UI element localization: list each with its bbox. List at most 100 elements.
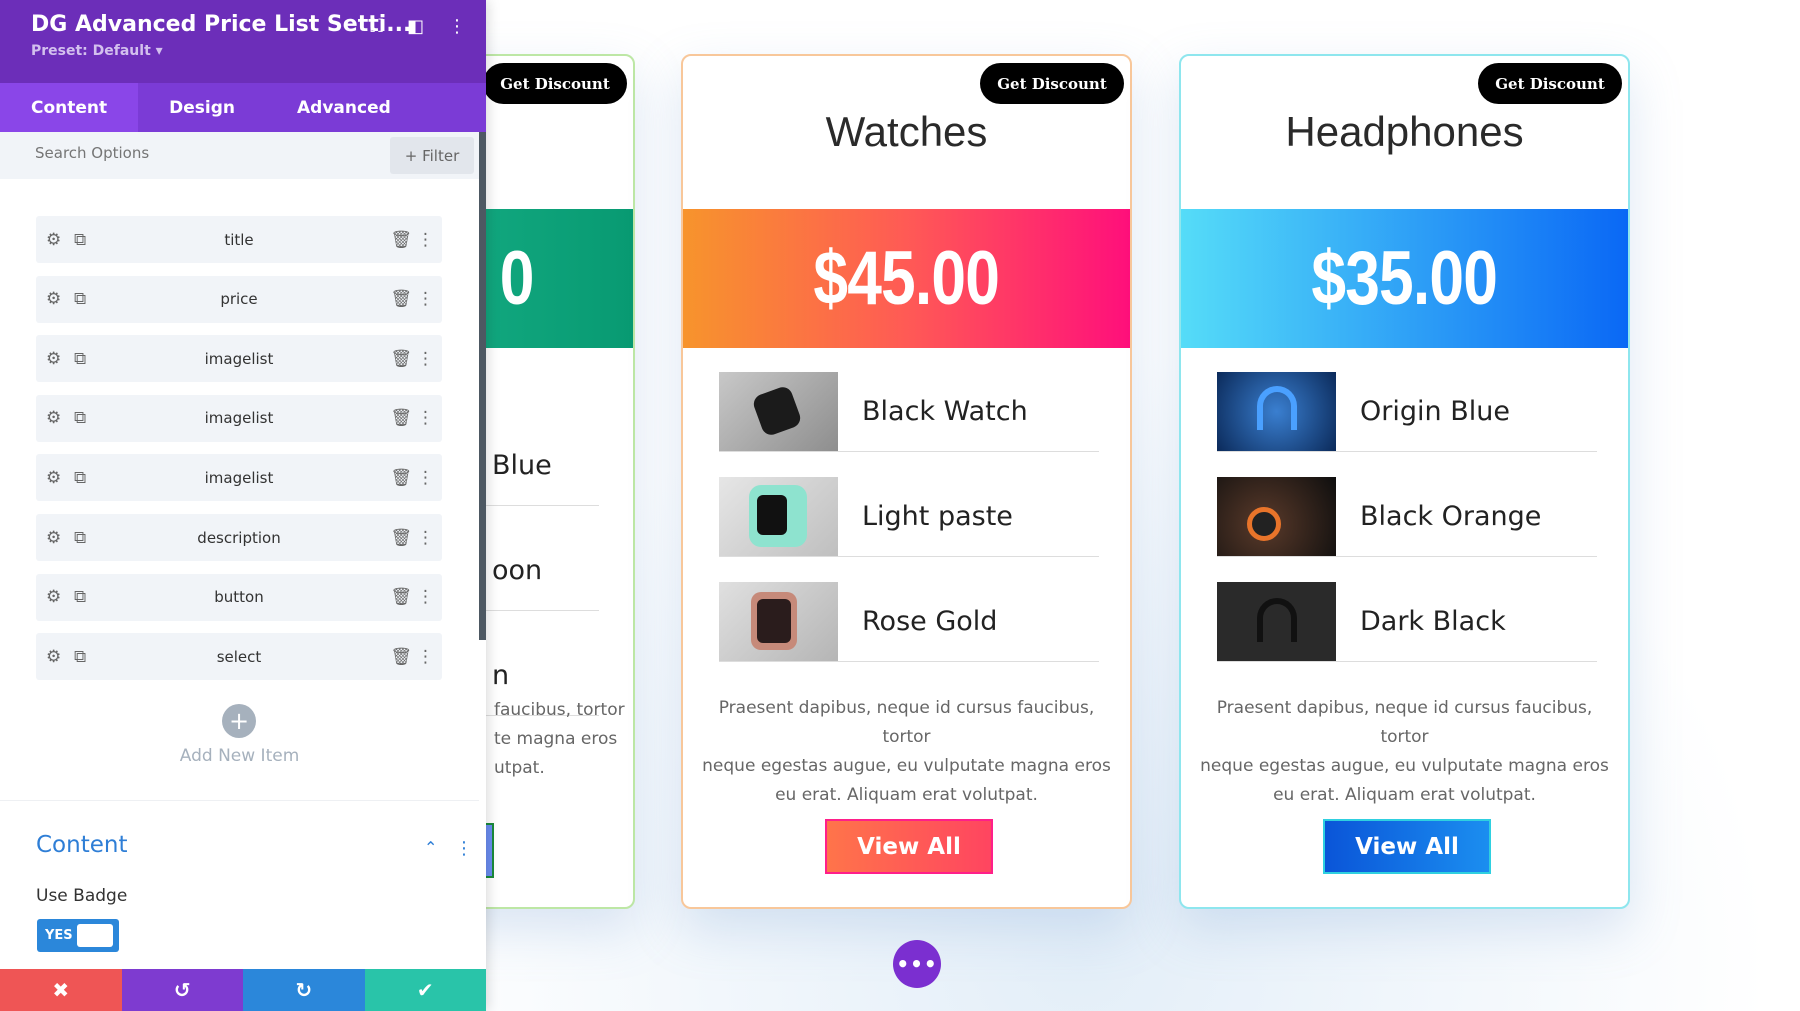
scrollbar[interactable] [479,132,486,640]
module-item-row[interactable]: ⚙ ⧉ imagelist 🗑 ⋮ [36,394,442,442]
redo-button[interactable]: ↻ [243,969,365,1011]
check-icon: ✔ [416,978,434,1002]
desc-line: eu erat. Aliquam erat volutpat. [775,785,1038,805]
trash-icon[interactable]: 🗑 [390,408,412,428]
section-more-icon[interactable]: ⋮ [455,838,473,859]
item-label: price [220,290,258,309]
list-item: Black Watch [719,372,1099,452]
item-name: Rose Gold [862,606,998,637]
module-item-row[interactable]: ⚙ ⧉ imagelist 🗑 ⋮ [36,335,442,383]
cancel-button[interactable]: ✖ [0,969,122,1011]
more-vertical-icon[interactable]: ⋮ [417,468,434,488]
trash-icon[interactable]: 🗑 [390,647,412,667]
use-badge-label: Use Badge [36,886,128,906]
get-discount-badge[interactable]: Get Discount [1478,63,1622,104]
module-item-row[interactable]: ⚙ ⧉ imagelist 🗑 ⋮ [36,454,442,502]
more-vertical-icon[interactable]: ⋮ [417,408,434,428]
get-discount-badge[interactable]: Get Discount [980,63,1124,104]
desc-line: neque egestas augue, eu vulputate magna … [1200,756,1609,776]
more-vertical-icon[interactable]: ⋮ [417,587,434,607]
trash-icon[interactable]: 🗑 [390,230,412,250]
more-vertical-icon[interactable]: ⋮ [417,289,434,309]
item-name: Black Orange [1360,501,1542,532]
tab-advanced[interactable]: Advanced [266,83,422,132]
chevron-up-icon[interactable]: ⌃ [424,838,437,857]
list-item: Dark Black [1217,582,1597,662]
list-item: Black Orange [1217,477,1597,557]
tab-design[interactable]: Design [138,83,266,132]
origin-blue-headphones-image [1217,372,1336,451]
module-item-row[interactable]: ⚙ ⧉ select 🗑 ⋮ [36,633,442,681]
panel-tabs: Content Design Advanced [0,83,486,132]
desc-line: faucibus, tortor [494,700,625,720]
black-watch-image [719,372,838,451]
module-item-row[interactable]: ⚙ ⧉ title 🗑 ⋮ [36,216,442,263]
item-label: title [224,230,254,249]
use-badge-toggle[interactable]: YES [37,919,119,952]
card-title: Watches [825,108,988,155]
list-item: Light paste [719,477,1099,557]
split-view-icon[interactable]: ◧ [407,16,424,37]
dark-black-headphones-image [1217,582,1336,661]
item-name: Light paste [862,501,1013,532]
more-vertical-icon[interactable]: ⋮ [417,349,434,369]
divider [0,800,479,801]
item-label: imagelist [204,468,274,487]
tab-content[interactable]: Content [0,83,139,132]
item-label: description [197,528,281,547]
price-band: $35.00 [1181,209,1628,348]
black-orange-headphones-image [1217,477,1336,556]
desc-line: utpat. [494,758,545,778]
trash-icon[interactable]: 🗑 [390,468,412,488]
module-item-row[interactable]: ⚙ ⧉ description 🗑 ⋮ [36,514,442,561]
module-item-row[interactable]: ⚙ ⧉ button 🗑 ⋮ [36,573,442,621]
more-options-button[interactable]: ••• [893,940,941,988]
price-text: $45.00 [813,236,1001,321]
get-discount-badge[interactable]: Get Discount [483,63,627,104]
item-label: select [216,647,262,666]
list-item: Origin Blue [1217,372,1597,452]
card-title: Headphones [1285,108,1524,155]
desc-line: eu erat. Aliquam erat volutpat. [1273,785,1536,805]
item-label: imagelist [204,409,274,428]
settings-panel: DG Advanced Price List Setti... Preset: … [0,0,486,1011]
list-item: Rose Gold [719,582,1099,662]
trash-icon[interactable]: 🗑 [390,349,412,369]
more-vertical-icon[interactable]: ⋮ [417,230,434,250]
fullscreen-icon[interactable]: ⛶ [370,16,383,37]
add-item-plus-icon[interactable]: + [222,704,256,738]
item-name: Blue [492,450,552,481]
add-new-item-button[interactable]: Add New Item [0,746,479,766]
light-paste-watch-image [719,477,838,556]
module-item-row[interactable]: ⚙ ⧉ price 🗑 ⋮ [36,275,442,323]
price-band: $45.00 [683,209,1130,348]
view-all-button[interactable]: View All [825,819,993,874]
rose-gold-watch-image [719,582,838,661]
close-icon: ✖ [52,978,70,1002]
view-all-button[interactable]: View All [1323,819,1491,874]
redo-icon: ↻ [295,978,313,1002]
toggle-value: YES [45,928,73,943]
price-text: $35.00 [1311,236,1499,321]
item-name: Dark Black [1360,606,1506,637]
more-vertical-icon[interactable]: ⋮ [417,528,434,548]
save-button[interactable]: ✔ [364,969,486,1011]
search-input[interactable] [35,144,335,162]
trash-icon[interactable]: 🗑 [390,528,412,548]
item-name: Origin Blue [1360,396,1510,427]
filter-button[interactable]: + Filter [390,137,474,174]
trash-icon[interactable]: 🗑 [390,289,412,309]
toggle-knob [77,924,113,947]
preset-dropdown[interactable]: Preset: Default ▾ [31,43,486,59]
more-vertical-icon[interactable]: ⋮ [417,647,434,667]
price-text: 0 [499,236,534,321]
desc-line: Praesent dapibus, neque id cursus faucib… [1216,698,1593,747]
desc-line: te magna eros [494,729,618,749]
item-label: imagelist [204,349,274,368]
trash-icon[interactable]: 🗑 [390,587,412,607]
section-title[interactable]: Content [36,832,127,858]
undo-button[interactable]: ↺ [121,969,243,1011]
description: Praesent dapibus, neque id cursus faucib… [1199,694,1610,810]
description: Praesent dapibus, neque id cursus faucib… [701,694,1112,810]
more-vertical-icon[interactable]: ⋮ [448,16,466,37]
